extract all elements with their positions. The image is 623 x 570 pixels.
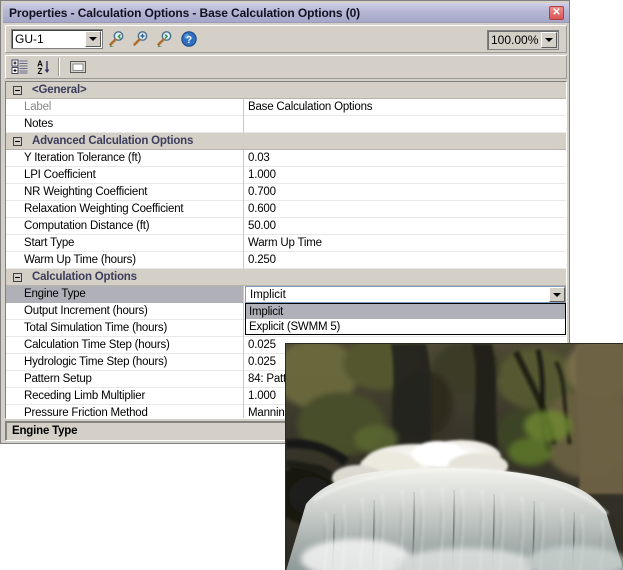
property-value[interactable]: 0.250 [244, 252, 566, 269]
property-row[interactable]: Y Iteration Tolerance (ft) 0.03 [6, 149, 566, 167]
close-icon[interactable]: ✕ [549, 6, 564, 20]
svg-text:Z: Z [38, 67, 43, 75]
property-value[interactable]: 0.700 [244, 184, 566, 201]
property-row[interactable]: LPI Coefficient 1.000 [6, 166, 566, 184]
element-selector-value: GU-1 [15, 32, 44, 46]
svg-text:?: ? [186, 35, 192, 46]
engine-type-dropdown-list[interactable]: Implicit Explicit (SWMM 5) [245, 303, 566, 335]
property-category-row[interactable]: Advanced Calculation Options [6, 133, 566, 150]
property-category-label: Calculation Options [32, 271, 137, 283]
dropdown-option[interactable]: Explicit (SWMM 5) [246, 319, 565, 334]
window-titlebar[interactable]: Properties - Calculation Options - Base … [3, 3, 569, 23]
property-value[interactable]: 0.600 [244, 201, 566, 218]
property-value[interactable] [244, 116, 566, 133]
property-label: Notes [6, 115, 244, 133]
overflowing-manhole-photo [285, 343, 623, 570]
property-label: Total Simulation Time (hours) [6, 319, 244, 337]
property-value[interactable]: Base Calculation Options [244, 99, 566, 116]
property-label: Output Increment (hours) [6, 302, 244, 320]
help-icon[interactable]: ? [179, 29, 199, 49]
property-label: Pattern Setup [6, 370, 244, 388]
property-row[interactable]: Start Type Warm Up Time [6, 234, 566, 252]
property-category-label: Advanced Calculation Options [32, 135, 194, 147]
collapse-icon[interactable] [13, 137, 22, 146]
toolbar-separator [58, 58, 60, 76]
screen-root: Properties - Calculation Options - Base … [0, 0, 623, 570]
chevron-down-icon[interactable] [541, 32, 557, 48]
property-label: Engine Type [6, 285, 244, 303]
zoom-level-value: 100.00% [491, 33, 539, 47]
dropdown-option[interactable]: Implicit [246, 304, 565, 319]
property-category-row[interactable]: Calculation Options [6, 269, 566, 286]
categorized-view-icon[interactable] [10, 58, 30, 76]
property-label: Y Iteration Tolerance (ft) [6, 149, 244, 167]
property-label: Calculation Time Step (hours) [6, 336, 244, 354]
main-toolbar: GU-1 ? 100.00% [5, 25, 567, 53]
property-value[interactable]: Warm Up Time [244, 235, 566, 252]
property-label: Hydrologic Time Step (hours) [6, 353, 244, 371]
alphabetical-sort-icon[interactable]: A Z [34, 58, 54, 76]
collapse-icon[interactable] [13, 86, 22, 95]
chevron-down-icon[interactable] [85, 31, 101, 47]
property-label: LPI Coefficient [6, 166, 244, 184]
property-row[interactable]: Engine TypeImplicitImplicitImplicitExpli… [6, 285, 566, 335]
property-category-row[interactable]: <General> [6, 82, 566, 99]
property-row[interactable]: Computation Distance (ft) 50.00 [6, 217, 566, 235]
property-row[interactable]: Label Base Calculation Options [6, 98, 566, 116]
property-label: Computation Distance (ft) [6, 217, 244, 235]
property-label: Label [6, 98, 244, 116]
window-title: Properties - Calculation Options - Base … [9, 5, 361, 20]
property-row[interactable]: Notes [6, 115, 566, 133]
property-value[interactable]: 1.000 [244, 167, 566, 184]
property-label: Start Type [6, 234, 244, 252]
property-label: Receding Limb Multiplier [6, 387, 244, 405]
chevron-down-icon[interactable] [549, 287, 565, 302]
zoom-next-icon[interactable] [155, 29, 175, 49]
property-pages-icon[interactable] [68, 58, 88, 76]
property-label: Warm Up Time (hours) [6, 251, 244, 269]
property-row[interactable]: Relaxation Weighting Coefficient 0.600 [6, 200, 566, 218]
status-bar-text: Engine Type [12, 425, 78, 437]
property-row[interactable]: Warm Up Time (hours) 0.250 [6, 251, 566, 269]
property-row[interactable]: NR Weighting Coefficient 0.700 [6, 183, 566, 201]
zoom-previous-icon[interactable] [107, 29, 127, 49]
element-selector-combo[interactable]: GU-1 [11, 29, 103, 49]
engine-type-value: Implicit [250, 288, 286, 301]
view-toolbar: A Z [5, 55, 567, 79]
zoom-in-icon[interactable] [131, 29, 151, 49]
property-value[interactable]: 50.00 [244, 218, 566, 235]
engine-type-combo[interactable]: Implicit [245, 286, 566, 303]
zoom-level-combo[interactable]: 100.00% [487, 30, 559, 50]
collapse-icon[interactable] [13, 273, 22, 282]
property-label: NR Weighting Coefficient [6, 183, 244, 201]
property-value[interactable]: 0.03 [244, 150, 566, 167]
property-label: Relaxation Weighting Coefficient [6, 200, 244, 218]
property-label: Pressure Friction Method [6, 404, 244, 418]
